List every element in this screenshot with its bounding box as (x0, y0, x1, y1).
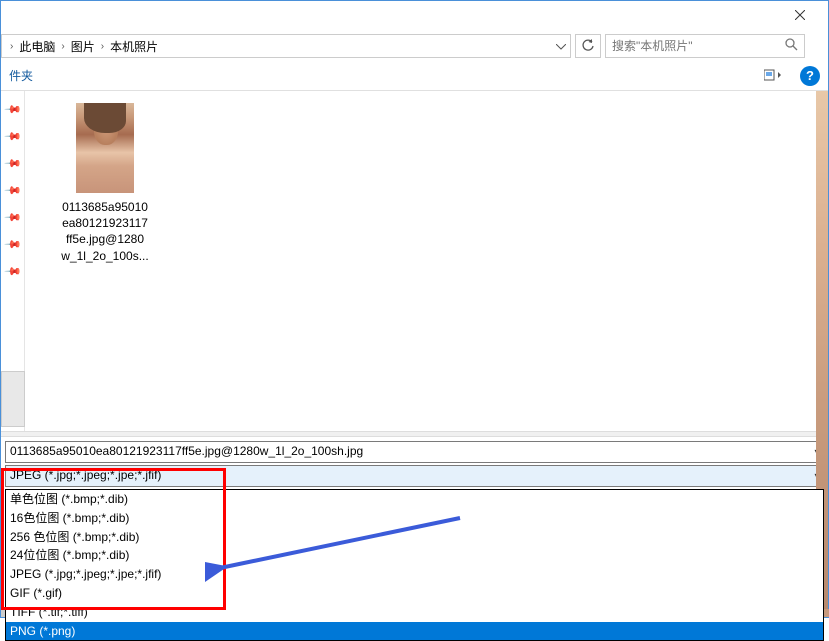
pin-icon[interactable]: 📌 (3, 235, 22, 254)
pin-icon[interactable]: 📌 (3, 181, 22, 200)
pin-icon[interactable]: 📌 (3, 262, 22, 281)
save-dialog-window: › 此电脑 › 图片 › 本机照片 件夹 (0, 0, 829, 618)
filetype-option[interactable]: JPEG (*.jpg;*.jpeg;*.jpe;*.jfif) (6, 565, 823, 584)
file-item[interactable]: 0113685a95010 ea80121923117 ff5e.jpg@128… (45, 103, 165, 264)
pin-icon[interactable]: 📌 (3, 127, 22, 146)
toolbar-right: ? (760, 65, 820, 87)
breadcrumb-item[interactable]: 此电脑 (17, 38, 57, 55)
chevron-right-icon: › (10, 41, 13, 52)
filetype-option[interactable]: TIFF (*.tif;*.tiff) (6, 603, 823, 622)
address-bar-row: › 此电脑 › 图片 › 本机照片 (1, 31, 828, 61)
filetype-option[interactable]: 24位位图 (*.bmp;*.dib) (6, 546, 823, 565)
breadcrumb-items: › 此电脑 › 图片 › 本机照片 (6, 35, 160, 57)
refresh-icon (581, 39, 595, 53)
filetype-option-selected[interactable]: PNG (*.png) (6, 622, 823, 641)
filetype-dropdown-list[interactable]: 单色位图 (*.bmp;*.dib) 16色位图 (*.bmp;*.dib) 2… (5, 489, 824, 641)
filetype-selected-value: JPEG (*.jpg;*.jpeg;*.jpe;*.jfif) (10, 468, 161, 482)
titlebar (1, 1, 828, 31)
filetype-option[interactable]: 单色位图 (*.bmp;*.dib) (6, 490, 823, 509)
search-box[interactable] (605, 34, 805, 58)
filetype-option[interactable]: 16色位图 (*.bmp;*.dib) (6, 509, 823, 528)
view-options-button[interactable] (760, 65, 788, 87)
pin-icon[interactable]: 📌 (3, 208, 22, 227)
filename-value: 0113685a95010ea80121923117ff5e.jpg@1280w… (10, 444, 363, 458)
file-thumbnail (76, 103, 134, 193)
save-fields-panel: 0113685a95010ea80121923117ff5e.jpg@1280w… (1, 437, 828, 487)
toolbar: 件夹 ? (1, 61, 828, 91)
help-icon: ? (806, 68, 814, 83)
refresh-button[interactable] (575, 34, 601, 58)
filetype-option[interactable]: GIF (*.gif) (6, 584, 823, 603)
filename-combobox[interactable]: 0113685a95010ea80121923117ff5e.jpg@1280w… (5, 441, 824, 463)
help-button[interactable]: ? (800, 66, 820, 86)
sidebar-scrollbar[interactable] (1, 371, 25, 427)
new-folder-label[interactable]: 件夹 (9, 67, 33, 84)
chevron-right-icon: › (101, 41, 104, 52)
pin-icon[interactable]: 📌 (3, 100, 22, 119)
chevron-right-icon: › (61, 41, 64, 52)
search-icon (785, 38, 798, 54)
content-area: 📌 📌 📌 📌 📌 📌 📌 0113685a95010 ea8012192311… (1, 91, 828, 431)
breadcrumb-item[interactable]: 本机照片 (108, 38, 160, 55)
toolbar-left: 件夹 (9, 67, 33, 84)
thumbnail-view-icon (764, 69, 784, 83)
file-list-pane[interactable]: 0113685a95010 ea80121923117 ff5e.jpg@128… (25, 91, 828, 431)
breadcrumb[interactable]: › 此电脑 › 图片 › 本机照片 (1, 34, 571, 58)
close-button[interactable] (780, 5, 820, 25)
breadcrumb-item[interactable]: 图片 (69, 38, 97, 55)
search-input[interactable] (612, 39, 798, 53)
chevron-down-icon[interactable] (556, 39, 566, 53)
file-name-label: 0113685a95010 ea80121923117 ff5e.jpg@128… (45, 199, 165, 264)
filetype-option[interactable]: 256 色位图 (*.bmp;*.dib) (6, 528, 823, 547)
pin-icon[interactable]: 📌 (3, 154, 22, 173)
filetype-combobox[interactable]: JPEG (*.jpg;*.jpeg;*.jpe;*.jfif) ▾ (5, 465, 824, 487)
close-icon (795, 10, 805, 20)
